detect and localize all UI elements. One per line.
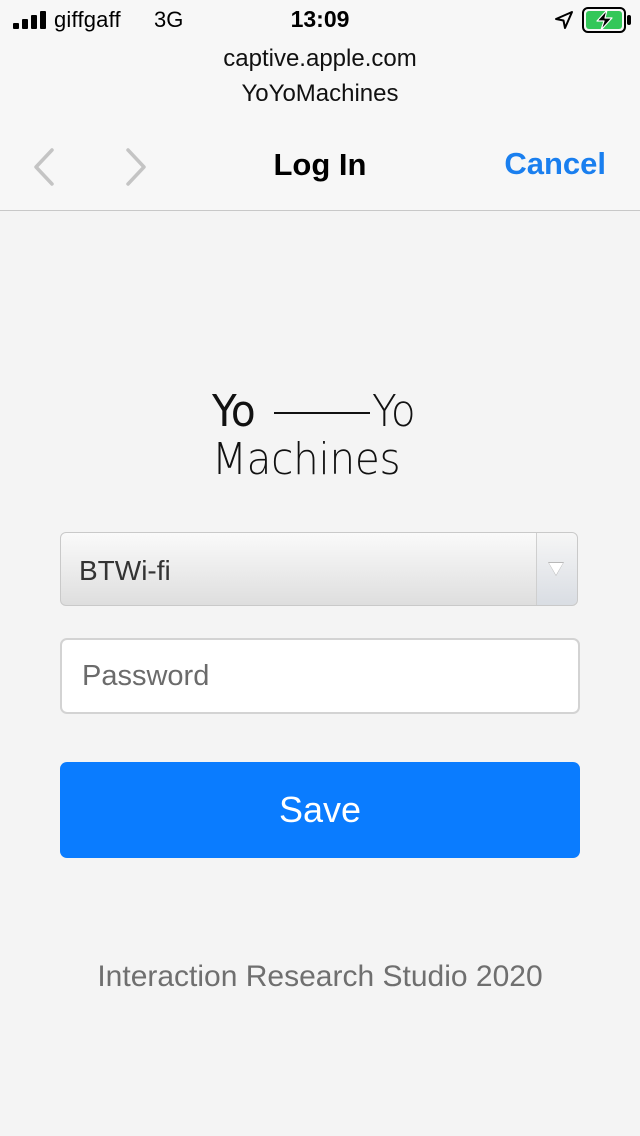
network-select[interactable]: BTWi-fi [60, 532, 578, 606]
logo-text-yo-left: Yo [212, 386, 256, 437]
status-bar: giffgaff 3G 13:09 [0, 0, 640, 40]
status-time: 13:09 [290, 6, 350, 32]
logo-dash [274, 412, 370, 414]
footer-credit: Interaction Research Studio 2020 [97, 960, 543, 993]
password-field[interactable] [60, 638, 580, 714]
save-button[interactable]: Save [60, 762, 580, 858]
browser-header: giffgaff 3G 13:09 captive.apple.com YoYo… [0, 0, 640, 211]
logo-text-yo-right: Yo [372, 386, 416, 437]
logo-text-machines: Machines [212, 434, 401, 485]
location-arrow-icon [555, 11, 573, 29]
select-arrow-box[interactable] [536, 533, 577, 605]
chevron-down-icon [549, 563, 563, 575]
page-domain: captive.apple.com [223, 45, 417, 72]
yoyo-machines-logo: Yo Yo Machines [200, 386, 440, 496]
network-select-value: BTWi-fi [79, 555, 171, 586]
cancel-button[interactable]: Cancel [504, 146, 606, 182]
site-name: YoYoMachines [241, 80, 399, 107]
battery-charging-icon [582, 7, 631, 33]
